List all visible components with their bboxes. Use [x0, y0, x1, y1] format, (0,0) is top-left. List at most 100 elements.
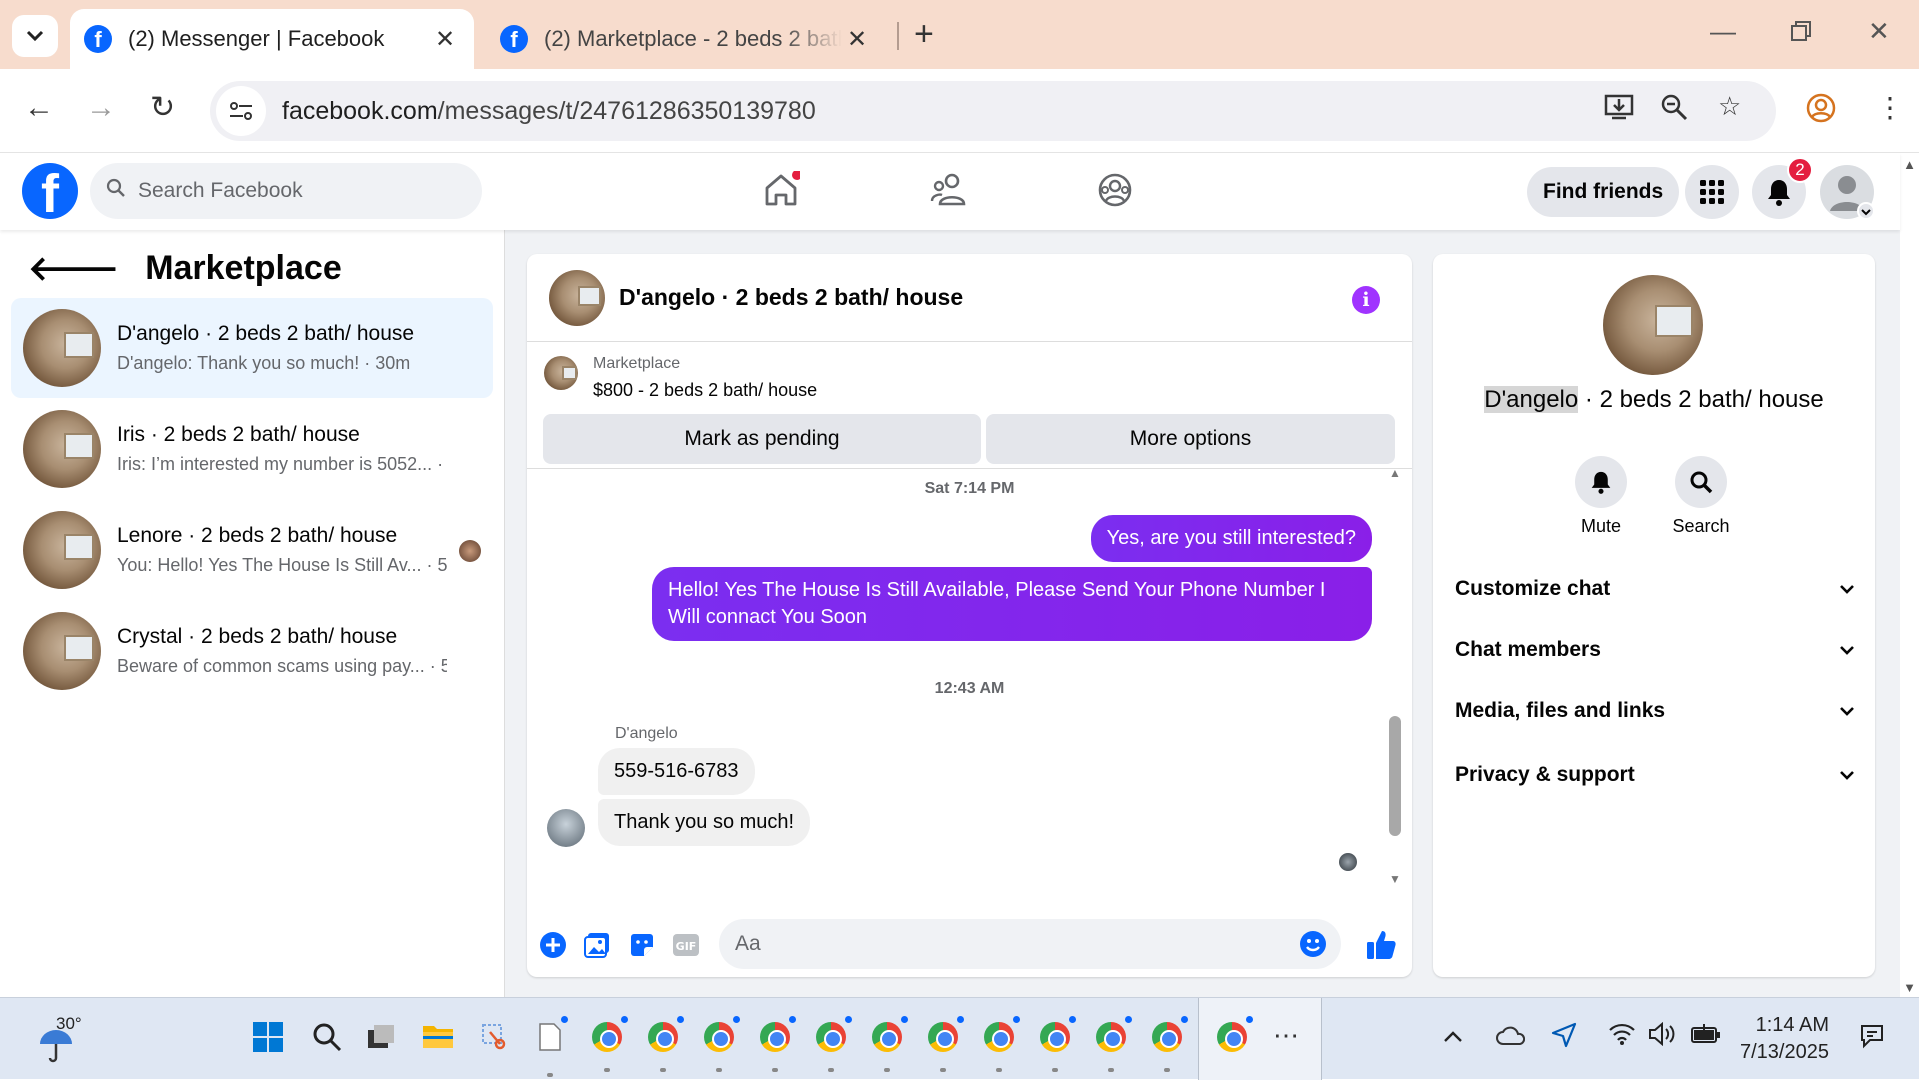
- notification-center-icon[interactable]: [1858, 1022, 1886, 1055]
- task-view-icon[interactable]: [366, 1022, 396, 1057]
- chrome-taskbar-icon[interactable]: [704, 1016, 740, 1072]
- zoom-icon[interactable]: [1660, 93, 1688, 128]
- chrome-taskbar-icon[interactable]: [760, 1016, 796, 1072]
- scroll-down-icon[interactable]: ▼: [1388, 872, 1402, 886]
- bell-icon: [1575, 456, 1627, 508]
- chat-members-section[interactable]: Chat members: [1455, 638, 1855, 662]
- browser-tab-marketplace[interactable]: f (2) Marketplace - 2 beds 2 bath/ house…: [486, 9, 886, 69]
- customize-chat-section[interactable]: Customize chat: [1455, 577, 1855, 601]
- more-options-button[interactable]: More options: [986, 414, 1395, 464]
- chrome-taskbar-icon[interactable]: [1040, 1016, 1076, 1072]
- chrome-taskbar-icon[interactable]: [928, 1016, 964, 1072]
- temperature: 30°: [56, 1014, 82, 1033]
- close-tab-icon[interactable]: ✕: [842, 25, 872, 54]
- chrome-taskbar-icon[interactable]: [984, 1016, 1020, 1072]
- close-tab-icon[interactable]: ✕: [430, 25, 460, 54]
- file-explorer-icon[interactable]: [422, 1022, 454, 1055]
- close-window-icon[interactable]: ✕: [1868, 16, 1890, 47]
- install-app-icon[interactable]: [1604, 93, 1634, 128]
- listing-thumbnail[interactable]: [544, 356, 578, 390]
- friends-icon[interactable]: [930, 171, 970, 214]
- tab-search-button[interactable]: [12, 15, 58, 57]
- more-apps-icon[interactable]: ⋯: [1273, 1020, 1299, 1051]
- facebook-logo-icon[interactable]: f: [22, 163, 78, 219]
- snipping-tool-icon[interactable]: [480, 1022, 510, 1057]
- find-friends-button[interactable]: Find friends: [1527, 167, 1680, 217]
- sticker-icon[interactable]: [628, 931, 656, 964]
- chrome-taskbar-icon[interactable]: [648, 1016, 684, 1072]
- photo-icon[interactable]: [583, 931, 611, 964]
- chrome-taskbar-icon[interactable]: [1152, 1016, 1188, 1072]
- volume-icon[interactable]: [1648, 1021, 1678, 1051]
- address-bar[interactable]: facebook.com/messages/t/2476128635013978…: [210, 81, 1776, 141]
- reload-icon[interactable]: ↻: [150, 93, 175, 123]
- thumbs-up-icon[interactable]: [1365, 929, 1397, 966]
- groups-icon[interactable]: [1096, 171, 1134, 214]
- battery-icon[interactable]: [1690, 1022, 1722, 1051]
- outgoing-message[interactable]: Hello! Yes The House Is Still Available,…: [652, 567, 1372, 641]
- wifi-icon[interactable]: [1608, 1022, 1636, 1051]
- running-indicator: [1108, 1068, 1114, 1072]
- scroll-up-icon[interactable]: ▲: [1388, 466, 1402, 480]
- chrome-taskbar-icon[interactable]: [872, 1016, 908, 1072]
- location-icon[interactable]: [1551, 1022, 1577, 1053]
- mark-as-pending-button[interactable]: Mark as pending: [543, 414, 981, 464]
- back-arrow-icon[interactable]: 🡐: [28, 248, 119, 289]
- mute-button[interactable]: Mute: [1561, 456, 1641, 537]
- gif-icon[interactable]: GIF: [672, 931, 700, 964]
- minimize-icon[interactable]: —: [1710, 16, 1736, 47]
- taskbar-search-icon[interactable]: [312, 1022, 342, 1057]
- media-files-links-section[interactable]: Media, files and links: [1455, 699, 1855, 723]
- listing-title[interactable]: $800 - 2 beds 2 bath/ house: [593, 380, 817, 401]
- menu-grid-icon[interactable]: [1685, 165, 1739, 219]
- chat-scrollbar[interactable]: ▲ ▼: [1388, 466, 1402, 886]
- page-scrollbar[interactable]: ▲ ▼: [1900, 153, 1919, 997]
- scroll-down-icon[interactable]: ▼: [1900, 980, 1919, 995]
- facebook-favicon-icon: f: [500, 25, 528, 53]
- weather-widget[interactable]: 30°: [36, 1014, 96, 1064]
- url-text: facebook.com/messages/t/2476128635013978…: [282, 96, 816, 125]
- new-tab-icon[interactable]: +: [914, 16, 934, 52]
- scroll-up-icon[interactable]: ▲: [1900, 157, 1919, 172]
- account-avatar[interactable]: [1820, 165, 1874, 219]
- chat-title[interactable]: D'angelo · 2 beds 2 bath/ house: [619, 284, 963, 311]
- incoming-message[interactable]: 559-516-6783: [598, 748, 755, 795]
- taskbar-clock[interactable]: 1:14 AM 7/13/2025: [1740, 1012, 1829, 1066]
- chat-avatar[interactable]: [549, 269, 605, 326]
- bookmark-star-icon[interactable]: ☆: [1718, 91, 1741, 122]
- onedrive-cloud-icon[interactable]: [1495, 1024, 1526, 1051]
- conversation-item[interactable]: Iris · 2 beds 2 bath/ house Iris: I’m in…: [11, 399, 493, 499]
- incoming-message[interactable]: Thank you so much!: [598, 799, 811, 846]
- sender-avatar[interactable]: [547, 809, 585, 847]
- restore-icon[interactable]: [1790, 18, 1812, 49]
- browser-tab-messenger[interactable]: f (2) Messenger | Facebook ✕: [70, 9, 474, 69]
- chrome-taskbar-icon[interactable]: [592, 1016, 628, 1072]
- conversation-item[interactable]: Lenore · 2 beds 2 bath/ house You: Hello…: [11, 500, 493, 600]
- site-info-icon[interactable]: [216, 86, 266, 136]
- message-input[interactable]: Aa: [719, 919, 1341, 969]
- conversation-item[interactable]: D'angelo · 2 beds 2 bath/ house D'angelo…: [11, 298, 493, 398]
- show-hidden-icons-icon[interactable]: [1442, 1024, 1464, 1050]
- chrome-taskbar-icon[interactable]: [1217, 1016, 1253, 1052]
- outgoing-message[interactable]: Yes, are you still interested?: [1090, 515, 1372, 562]
- activity-dot: [901, 1016, 908, 1023]
- chrome-taskbar-icon[interactable]: [1096, 1016, 1132, 1072]
- search-in-conversation-button[interactable]: Search: [1661, 456, 1741, 537]
- conversation-item[interactable]: Crystal · 2 beds 2 bath/ house Beware of…: [11, 601, 493, 701]
- search-facebook-input[interactable]: Search Facebook: [90, 163, 482, 219]
- browser-menu-icon[interactable]: ⋮: [1876, 93, 1904, 123]
- home-icon[interactable]: [762, 170, 802, 214]
- info-icon[interactable]: i: [1352, 286, 1380, 314]
- back-icon[interactable]: ←: [24, 93, 54, 123]
- emoji-icon[interactable]: [1299, 930, 1327, 964]
- scroll-thumb[interactable]: [1389, 716, 1401, 836]
- profile-icon[interactable]: [1806, 93, 1836, 129]
- plus-icon[interactable]: [539, 931, 567, 964]
- forward-icon[interactable]: →: [86, 93, 116, 123]
- details-name[interactable]: D'angelo · 2 beds 2 bath/ house: [1433, 386, 1875, 414]
- notepad-icon[interactable]: [538, 1016, 568, 1077]
- privacy-support-section[interactable]: Privacy & support: [1455, 763, 1855, 787]
- chrome-taskbar-icon[interactable]: [816, 1016, 852, 1072]
- details-avatar[interactable]: [1603, 275, 1703, 375]
- start-icon[interactable]: [253, 1022, 283, 1057]
